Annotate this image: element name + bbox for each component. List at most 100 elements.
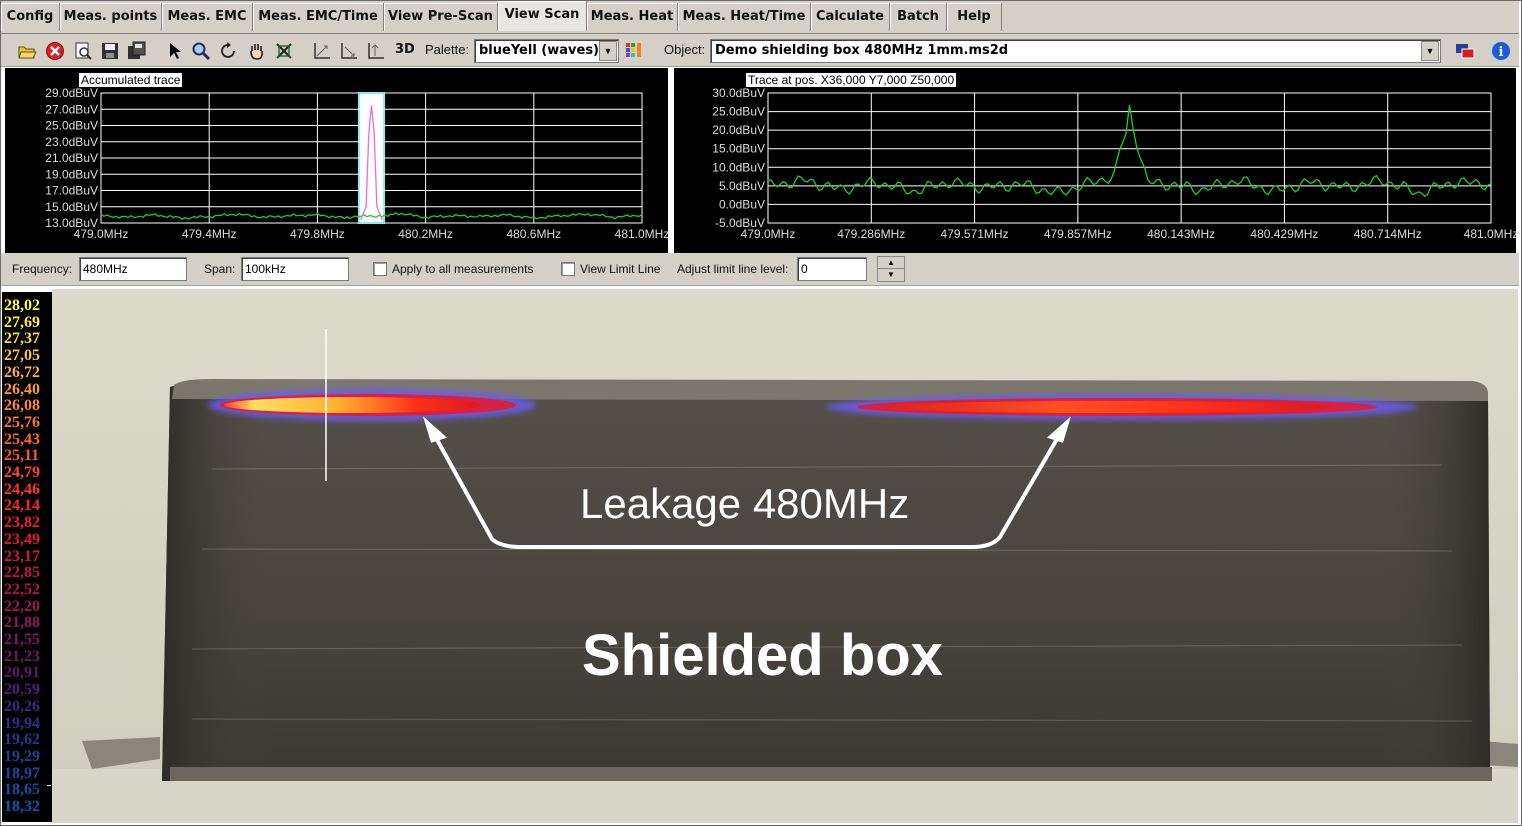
x-tick-label: 479.0MHz xyxy=(74,227,129,241)
y-tick-label: 10.0dBuV xyxy=(712,160,765,174)
chevron-down-icon[interactable]: ▼ xyxy=(1421,41,1439,61)
scale-level: 28,02 xyxy=(4,297,40,314)
heatmap-photo[interactable] xyxy=(52,289,1518,823)
tab-batch[interactable]: Batch xyxy=(890,3,947,31)
scale-level: 24,46 xyxy=(4,480,40,498)
span-input[interactable]: 100kHz xyxy=(241,257,349,281)
scale-level: 18,32 xyxy=(4,798,40,815)
apply-all-checkbox[interactable] xyxy=(373,262,387,276)
zoom-icon[interactable] xyxy=(190,40,212,62)
plot-area xyxy=(767,92,1492,224)
stop-icon[interactable] xyxy=(44,40,66,62)
adjust-limit-label: Adjust limit line level: xyxy=(677,262,789,276)
span-value: 100kHz xyxy=(245,262,286,276)
x-tick-label: 481.0MHz xyxy=(1464,227,1516,241)
scale-level: 20,26 xyxy=(4,697,40,715)
reset-view-icon[interactable] xyxy=(273,40,295,62)
y-tick-label: 15.0dBuV xyxy=(712,142,765,156)
scale-level: 20,59 xyxy=(4,681,40,699)
axis-icon-3[interactable] xyxy=(365,40,387,62)
y-tick-label: 25.0dBuV xyxy=(45,119,98,133)
scale-level: 21,55 xyxy=(4,631,40,648)
y-tick-label: 30.0dBuV xyxy=(712,86,765,100)
x-tick-label: 479.8MHz xyxy=(290,227,345,241)
y-tick-label: 21.0dBuV xyxy=(45,151,98,165)
x-tick-label: 480.143MHz xyxy=(1147,227,1215,241)
tab-meas-emc-time[interactable]: Meas. EMC/Time xyxy=(253,3,384,31)
chevron-down-icon[interactable]: ▼ xyxy=(599,41,617,61)
svg-text:i: i xyxy=(1499,45,1504,60)
x-tick-label: 479.4MHz xyxy=(182,227,237,241)
save-icon[interactable] xyxy=(99,40,121,62)
axis-icon-1[interactable] xyxy=(311,40,333,62)
scale-level: 19,62 xyxy=(4,731,40,749)
tab-meas-points[interactable]: Meas. points xyxy=(60,3,162,31)
scale-level: 25,11 xyxy=(4,447,40,465)
axis-icon-2[interactable] xyxy=(338,40,360,62)
scale-level: 21,23 xyxy=(4,647,40,665)
scale-level: 27,05 xyxy=(4,347,40,365)
tab-meas-heat[interactable]: Meas. Heat xyxy=(587,3,678,31)
x-tick-label: 480.714MHz xyxy=(1354,227,1422,241)
scale-level: 23,82 xyxy=(4,514,40,532)
view-limit-label: View Limit Line xyxy=(580,262,661,276)
limit-level-spinner[interactable]: ▲ ▼ xyxy=(877,256,905,282)
pointer-icon[interactable] xyxy=(164,40,186,62)
palette-label: Palette: xyxy=(425,42,470,57)
tab-config[interactable]: Config xyxy=(1,3,60,31)
span-label: Span: xyxy=(204,262,236,276)
menu-bar: Config Meas. points Meas. EMC Meas. EMC/… xyxy=(1,1,1519,34)
info-icon[interactable]: i xyxy=(1490,40,1512,62)
frequency-value: 480MHz xyxy=(83,262,128,276)
trace-at-position-title: Trace at pos. X36,000 Y7,000 Z50,000 xyxy=(746,73,957,87)
palette-colors-icon[interactable] xyxy=(623,40,645,62)
language-flag-icon[interactable] xyxy=(1454,40,1476,62)
x-tick-label: 479.571MHz xyxy=(941,227,1009,241)
scale-level: 23,17 xyxy=(4,547,40,565)
x-tick-label: 481.0MHz xyxy=(615,227,668,241)
scale-level: 22,52 xyxy=(4,580,40,598)
scale-level: 20,91 xyxy=(4,664,40,682)
y-tick-label: 15.0dBuV xyxy=(45,200,98,214)
view-limit-checkbox[interactable] xyxy=(561,262,575,276)
copy-icon[interactable] xyxy=(126,40,148,62)
tab-help[interactable]: Help xyxy=(947,3,1002,31)
view-3d-button[interactable]: 3D xyxy=(395,42,415,57)
scale-level: 25,76 xyxy=(4,413,40,431)
spin-up-icon[interactable]: ▲ xyxy=(878,257,904,269)
scale-level: 22,85 xyxy=(4,564,40,582)
tab-view-scan[interactable]: View Scan xyxy=(498,1,587,31)
palette-select[interactable]: blueYell (waves) ▼ xyxy=(474,39,619,63)
object-label: Object: xyxy=(664,42,706,57)
pan-hand-icon[interactable] xyxy=(246,40,268,62)
accumulated-trace-plot[interactable]: 29.0dBuV 27.0dBuV 25.0dBuV 23.0dBuV 21.0dBuV… xyxy=(5,68,668,253)
apply-all-label: Apply to all measurements xyxy=(392,262,534,276)
open-folder-icon[interactable] xyxy=(16,40,38,62)
object-select[interactable]: Demo shielding box 480MHz 1mm.ms2d ▼ xyxy=(710,39,1441,63)
color-scale: 28,02 27,69 27,37 27,05 26,72 26,40 26,08 25,76… xyxy=(2,292,52,822)
y-tick-label: 29.0dBuV xyxy=(45,86,98,100)
tab-calculate[interactable]: Calculate xyxy=(811,3,890,31)
x-tick-label: 480.2MHz xyxy=(398,227,453,241)
spin-down-icon[interactable]: ▼ xyxy=(878,269,904,280)
x-tick-label: 479.0MHz xyxy=(741,227,796,241)
limit-level-input[interactable]: 0 xyxy=(797,257,867,281)
scale-level: 24,79 xyxy=(4,464,40,481)
y-tick-label: 20.0dBuV xyxy=(712,123,765,137)
print-preview-icon[interactable] xyxy=(72,40,94,62)
palette-value: blueYell (waves) xyxy=(479,43,600,58)
scale-level: 26,72 xyxy=(4,363,40,381)
scale-level: 18,65 xyxy=(4,781,40,799)
x-tick-label: 479.857MHz xyxy=(1044,227,1112,241)
tab-meas-heat-time[interactable]: Meas. Heat/Time xyxy=(678,3,811,31)
tab-meas-emc[interactable]: Meas. EMC xyxy=(162,3,253,31)
y-tick-label: 5.0dBuV xyxy=(719,179,765,193)
scale-level: 23,49 xyxy=(4,530,40,548)
trace-at-position-plot[interactable]: 30.0dBuV 25.0dBuV 20.0dBuV 15.0dBuV 10.0dBuV… xyxy=(674,68,1516,253)
scale-level: 27,69 xyxy=(4,313,40,331)
scale-marker xyxy=(47,785,51,786)
tab-view-pre-scan[interactable]: View Pre-Scan xyxy=(384,3,498,31)
y-tick-label: 0.0dBuV xyxy=(719,197,765,211)
rotate-icon[interactable] xyxy=(218,40,240,62)
frequency-input[interactable]: 480MHz xyxy=(79,257,187,281)
